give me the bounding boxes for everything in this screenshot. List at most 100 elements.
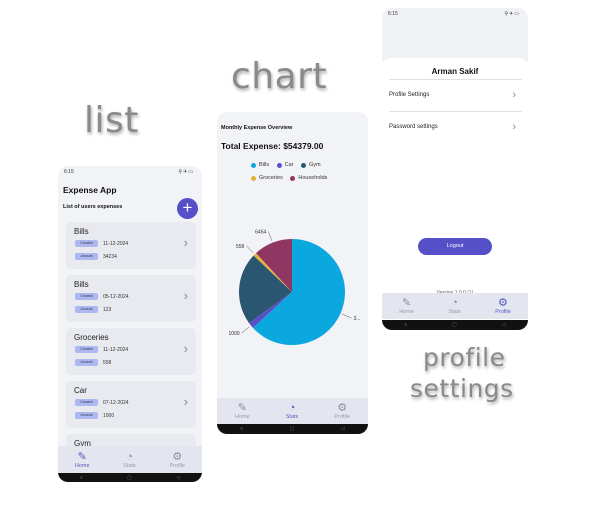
nav-profile-label: Profile — [169, 462, 186, 469]
expense-card[interactable]: Groceries Created 11-12-2024 Amount 558 … — [66, 328, 196, 375]
amount-badge: Amount — [75, 253, 98, 260]
add-expense-button[interactable]: + — [177, 198, 198, 219]
system-nav-bar: ≡ ▢ ◁ — [58, 473, 202, 482]
gear-icon: ⚙ — [337, 402, 348, 414]
pie-label-leader — [241, 326, 250, 334]
expense-date: 11-12-2024 — [103, 347, 129, 353]
expense-card[interactable]: Bills Created 05-12-2024 Amount 123 › — [66, 275, 196, 322]
status-icons: ⚲✈▭ — [178, 169, 194, 175]
status-bar: 6:15 ⚲✈▭ — [58, 166, 202, 178]
status-time: 6:15 — [388, 11, 398, 17]
bottom-nav: ✎ Home ◔ Stats ⚙ Profile — [382, 293, 528, 319]
system-nav-bar: ≡ ▢ ◁ — [382, 320, 528, 330]
expense-amount: 1000 — [103, 413, 115, 419]
label-list: list — [84, 100, 139, 141]
menu-icon[interactable]: ≡ — [404, 322, 407, 328]
expense-card[interactable]: Bills Created 11-12-2024 Amount 34234 › — [66, 222, 196, 269]
created-badge: Created — [75, 399, 98, 406]
nav-home-label: Home — [74, 462, 90, 469]
nav-home[interactable]: ✎ Home — [399, 297, 414, 315]
pie-label-leader — [246, 245, 254, 254]
expense-title: Bills — [74, 227, 89, 236]
created-badge: Created — [75, 240, 98, 247]
nav-stats-label: Stats — [448, 309, 461, 315]
password-settings-item[interactable]: Password settings — [389, 124, 438, 130]
pie-label-leader — [342, 313, 352, 319]
edit-icon: ✎ — [401, 297, 412, 309]
edit-icon: ✎ — [77, 450, 87, 463]
profile-header — [382, 20, 528, 62]
nav-home[interactable]: ✎ Home — [235, 402, 250, 420]
pie-label-leader — [268, 231, 273, 241]
chevron-right-icon[interactable]: › — [184, 288, 188, 303]
expense-date: 05-12-2024 — [103, 294, 129, 300]
home-icon[interactable]: ▢ — [290, 426, 295, 432]
nav-profile-label: Profile — [495, 309, 511, 315]
chevron-right-icon[interactable]: › — [184, 235, 188, 250]
nav-stats-label: Stats — [285, 414, 299, 420]
profile-name: Arman Sakif — [431, 67, 479, 76]
chart-icon: ◔ — [451, 297, 458, 309]
expense-title: Groceries — [74, 333, 109, 342]
chevron-right-icon[interactable]: › — [512, 89, 516, 101]
home-icon[interactable]: ▢ — [127, 475, 132, 481]
label-profile-line2: settings — [410, 374, 514, 403]
nav-stats[interactable]: ◔ Stats — [123, 451, 136, 469]
nav-home-label: Home — [399, 309, 414, 315]
pie-chart: 3... 1000 558 6464 — [229, 229, 361, 345]
expense-amount: 558 — [103, 360, 112, 366]
system-nav-bar: ≡ ▢ ◁ — [217, 424, 368, 434]
back-icon[interactable]: ◁ — [341, 426, 345, 432]
created-badge: Created — [75, 293, 98, 300]
menu-icon[interactable]: ≡ — [240, 426, 243, 432]
nav-profile[interactable]: ⚙ Profile — [495, 297, 511, 315]
nav-stats[interactable]: ◔ Stats — [286, 402, 299, 420]
menu-icon[interactable]: ≡ — [80, 475, 83, 481]
pie-data-label: 1000 — [229, 331, 240, 337]
expense-title: Bills — [74, 280, 89, 289]
pie-data-label: 6464 — [255, 229, 266, 235]
amount-badge: Amount — [75, 412, 98, 419]
expense-date: 07-12-2024 — [103, 400, 129, 406]
profile-settings-screen: 6:15 ⚲✈▭ Arman Sakif Profile Settings › … — [382, 8, 528, 330]
gear-icon: ⚙ — [172, 450, 183, 463]
list-subtitle: List of users expenses — [63, 204, 123, 210]
expense-date: 11-12-2024 — [103, 241, 129, 247]
profile-card: Arman Sakif Profile Settings › Password … — [382, 58, 528, 298]
back-icon[interactable]: ◁ — [176, 475, 180, 481]
status-bar: 6:15 ⚲✈▭ — [382, 8, 528, 20]
chart-icon: ◔ — [288, 402, 296, 414]
status-time: 6:15 — [64, 169, 74, 175]
chart-icon: ◔ — [126, 450, 133, 463]
home-icon[interactable]: ▢ — [452, 322, 457, 328]
nav-home-label: Home — [235, 414, 250, 420]
gear-icon: ⚙ — [498, 297, 508, 309]
expense-amount: 123 — [103, 307, 112, 313]
label-chart: chart — [231, 56, 328, 97]
bottom-nav: ✎ Home ◔ Stats ⚙ Profile — [217, 398, 368, 424]
pie-data-label: 3... — [354, 316, 361, 322]
chevron-right-icon[interactable]: › — [184, 341, 188, 356]
expense-title: Car — [74, 386, 87, 395]
divider — [389, 79, 522, 80]
nav-profile[interactable]: ⚙ Profile — [170, 451, 186, 469]
back-icon[interactable]: ◁ — [502, 322, 506, 328]
profile-settings-item[interactable]: Profile Settings — [389, 92, 429, 98]
expense-card[interactable]: Car Created 07-12-2024 Amount 1000 › — [66, 381, 196, 428]
expense-list-screen: 6:15 ⚲✈▭ Expense App List of users expen… — [58, 166, 202, 482]
nav-home[interactable]: ✎ Home — [75, 451, 90, 469]
chevron-right-icon[interactable]: › — [512, 121, 516, 133]
nav-stats-label: Stats — [123, 462, 136, 469]
chevron-right-icon[interactable]: › — [184, 394, 188, 409]
bottom-nav: ✎ Home ◔ Stats ⚙ Profile — [58, 446, 202, 473]
pie-data-label: 558 — [236, 244, 245, 250]
status-icons: ⚲✈▭ — [504, 11, 520, 17]
amount-badge: Amount — [75, 359, 98, 366]
nav-stats[interactable]: ◔ Stats — [448, 297, 461, 315]
expense-amount: 34234 — [103, 254, 117, 260]
divider — [389, 111, 522, 112]
nav-profile-label: Profile — [334, 414, 350, 420]
expense-chart-screen: Monthly Expense Overview Total Expense: … — [217, 112, 368, 434]
nav-profile[interactable]: ⚙ Profile — [334, 402, 350, 420]
logout-button[interactable]: Logout — [418, 238, 492, 255]
